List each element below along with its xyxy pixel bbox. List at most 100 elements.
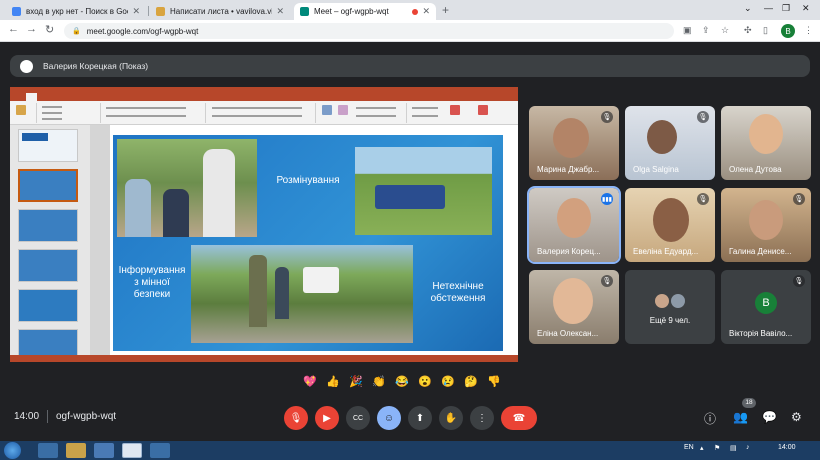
participant-tile[interactable]: Олена Дутова [721, 106, 811, 180]
volume-icon[interactable]: ♪ [746, 444, 750, 451]
more-options-button[interactable]: ⋮ [470, 406, 494, 430]
slide-thumbnail[interactable] [18, 129, 78, 162]
presenter-label: Валерия Корецкая (Показ) [43, 61, 149, 71]
ribbon-item [212, 107, 302, 109]
taskbar-clock[interactable]: 14:00 [778, 444, 796, 451]
network-icon[interactable]: ▤ [730, 444, 737, 452]
taskbar-ie-icon[interactable] [38, 443, 58, 458]
taskbar-app-icon[interactable] [150, 443, 170, 458]
participant-initial-avatar: В [755, 292, 777, 314]
side-panel-icon[interactable]: ▯ [763, 25, 768, 36]
reaction-sad-icon[interactable]: 😢 [438, 371, 458, 391]
participant-tile[interactable]: В 🎙 Вікторія Вавіло... [721, 270, 811, 344]
more-participants-tile[interactable]: Ещё 9 чел. [625, 270, 715, 344]
meeting-time: 14:00 [14, 411, 40, 422]
close-tab-icon[interactable]: ✕ [422, 6, 430, 17]
slide-thumbnail[interactable] [18, 209, 78, 242]
restore-icon[interactable]: ❐ [782, 3, 790, 14]
reaction-thumbs-down-icon[interactable]: 👎 [484, 371, 504, 391]
camera-toggle-button[interactable]: ▶ [315, 406, 339, 430]
tab-mail[interactable]: Написати листа • vavilova.viccs... ✕ [150, 3, 290, 20]
mic-off-icon: 🎙 [697, 111, 709, 123]
people-icon[interactable]: 👥 [733, 410, 748, 424]
share-icon[interactable]: ⇪ [702, 25, 710, 36]
slide-thumbnail[interactable] [18, 249, 78, 282]
slide-photo-children [117, 139, 257, 237]
participant-avatar [655, 294, 669, 308]
powerpoint-ribbon-tabs [10, 93, 518, 101]
ribbon-item [412, 107, 438, 109]
menu-kebab-icon[interactable]: ⋮ [804, 25, 813, 36]
tab-google-search[interactable]: вход в укр нет - Поиск в Google ✕ [6, 3, 146, 20]
reload-icon[interactable]: ↻ [45, 23, 54, 36]
presenter-bar: Валерия Корецкая (Показ) [10, 55, 810, 77]
present-button[interactable]: ⬆ [408, 406, 432, 430]
reaction-clap-icon[interactable]: 👏 [369, 371, 389, 391]
tray-arrow-icon[interactable]: ▴ [700, 444, 704, 452]
activities-icon[interactable]: ⚙ [791, 410, 802, 424]
participant-name: Галина Денисе... [729, 247, 792, 256]
raise-hand-button[interactable]: ✋ [439, 406, 463, 430]
leave-call-button[interactable]: ☎ [501, 406, 537, 430]
reaction-thumbs-up-icon[interactable]: 👍 [323, 371, 343, 391]
tab-label: Meet – ogf-wgpb-wqt [314, 7, 389, 16]
participant-tile[interactable]: 🎙 Olga Salgina [625, 106, 715, 180]
shared-screen[interactable]: Розмінування Інформування з мінної безпе… [10, 87, 518, 362]
close-tab-icon[interactable]: ✕ [132, 6, 140, 17]
taskbar-explorer-icon[interactable] [66, 443, 86, 458]
participant-tile-speaking[interactable]: ▮▮▮ Валерия Корец... [527, 186, 621, 264]
ribbon-item [356, 115, 396, 117]
more-vert-icon: ⋮ [477, 412, 487, 424]
chat-icon[interactable]: 💬 [762, 410, 777, 424]
meeting-divider [47, 410, 48, 423]
mic-toggle-button[interactable]: 🎙 [284, 406, 308, 430]
tab-search-icon[interactable]: ⌄ [744, 3, 752, 14]
new-tab-button[interactable]: + [442, 3, 449, 17]
ribbon-item [212, 115, 302, 117]
forward-icon[interactable]: → [26, 23, 37, 35]
keyboard-language[interactable]: EN [684, 444, 694, 451]
close-tab-icon[interactable]: ✕ [276, 6, 284, 17]
participant-tile[interactable]: 🎙 Евеліна Едуард... [625, 188, 715, 262]
taskbar-chrome-icon[interactable] [122, 443, 142, 458]
participant-tile[interactable]: 🎙 Марина Джабр... [529, 106, 619, 180]
reaction-heart-icon[interactable]: 💖 [300, 371, 320, 391]
reactions-button[interactable]: ☺ [377, 406, 401, 430]
slide-thumbnail-selected[interactable] [18, 169, 78, 202]
meet-favicon-icon [300, 7, 309, 16]
bookmark-star-icon[interactable]: ☆ [721, 25, 729, 36]
ribbon-divider [100, 103, 101, 123]
person-figure [275, 267, 289, 319]
slide-thumbnail[interactable] [18, 289, 78, 322]
current-slide: Розмінування Інформування з мінної безпе… [113, 135, 503, 351]
minimize-icon[interactable]: — [764, 3, 773, 13]
ribbon-tab [89, 93, 97, 101]
close-window-icon[interactable]: ✕ [802, 3, 810, 14]
url-text: meet.google.com/ogf-wgpb-wqt [86, 26, 199, 36]
browser-toolbar: ← → ↻ 🔒 meet.google.com/ogf-wgpb-wqt ▣ ⇪… [0, 20, 820, 42]
camera-off-icon: ▶ [323, 412, 331, 424]
hang-up-icon: ☎ [512, 412, 526, 424]
tab-meet[interactable]: Meet – ogf-wgpb-wqt ✕ [294, 3, 436, 20]
participant-video [749, 200, 783, 240]
flag-icon[interactable]: ⚑ [714, 444, 720, 452]
ribbon-divider [205, 103, 206, 123]
participant-tile[interactable]: 🎙 Галина Денисе... [721, 188, 811, 262]
present-screen-icon: ⬆ [415, 412, 425, 424]
profile-avatar[interactable]: В [781, 24, 795, 38]
meeting-info-icon[interactable]: ⓘ [704, 410, 716, 427]
taskbar-media-icon[interactable] [94, 443, 114, 458]
back-icon[interactable]: ← [8, 23, 19, 35]
reaction-party-icon[interactable]: 🎉 [346, 371, 366, 391]
camera-indicator-icon[interactable]: ▣ [683, 25, 692, 36]
captions-button[interactable]: CC [346, 406, 370, 430]
start-button[interactable] [4, 442, 21, 459]
reaction-thinking-icon[interactable]: 🤔 [461, 371, 481, 391]
address-bar[interactable]: 🔒 meet.google.com/ogf-wgpb-wqt [64, 23, 674, 39]
reaction-surprised-icon[interactable]: 😮 [415, 371, 435, 391]
extensions-icon[interactable]: ✣ [744, 25, 752, 36]
hand-icon: ✋ [444, 412, 458, 424]
participant-tile[interactable]: 🎙 Еліна Олексан... [529, 270, 619, 344]
reaction-laugh-icon[interactable]: 😂 [392, 371, 412, 391]
ribbon-item [42, 118, 62, 120]
